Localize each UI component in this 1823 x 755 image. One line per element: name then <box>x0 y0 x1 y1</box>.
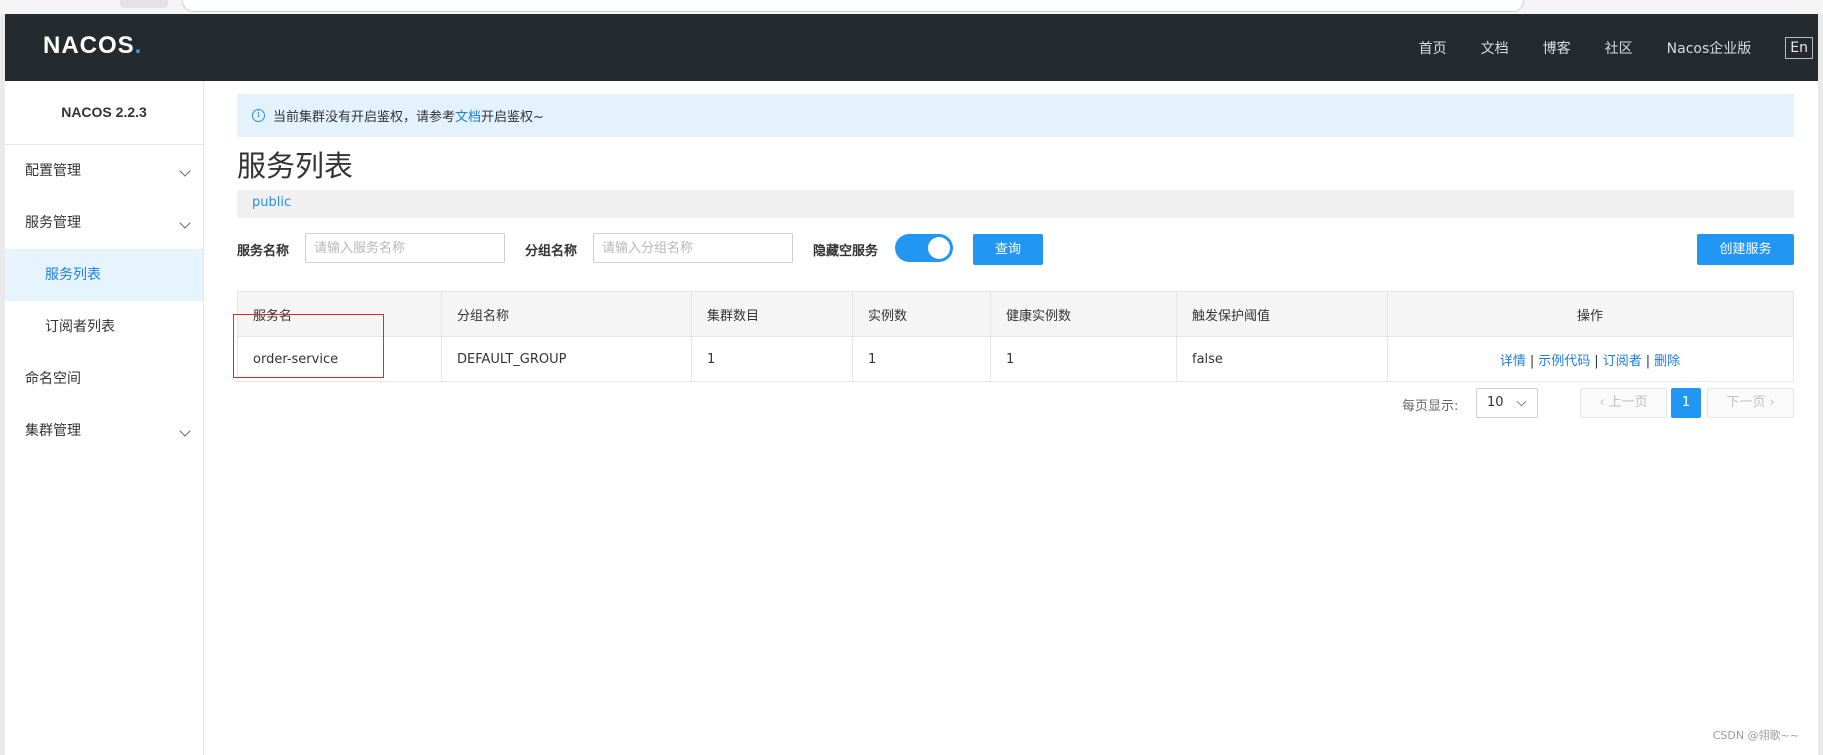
service-name-label: 服务名称 <box>237 244 290 259</box>
nav-docs[interactable]: 文档 <box>1481 38 1509 58</box>
details-link[interactable]: 详情 <box>1500 354 1526 369</box>
col-header-protection-threshold[interactable]: 触发保护阈值 <box>1176 291 1388 337</box>
cell-instance-count: 1 <box>852 336 991 382</box>
op-separator: | <box>1594 353 1599 369</box>
sidebar-item-label: 配置管理 <box>25 163 81 179</box>
chevron-down-icon <box>179 425 191 437</box>
sidebar-item-service-list[interactable]: 服务列表 <box>5 249 203 301</box>
sidebar-item-label: 订阅者列表 <box>45 319 115 335</box>
cell-service-name: order-service <box>237 336 442 382</box>
col-header-cluster-count[interactable]: 集群数目 <box>691 291 853 337</box>
service-name-input[interactable] <box>305 233 505 263</box>
prev-page-label: 上一页 <box>1608 395 1648 410</box>
group-name-label: 分组名称 <box>525 244 578 259</box>
sidebar-item-service-management[interactable]: 服务管理 <box>5 197 203 249</box>
per-page-label: 每页显示: <box>1402 399 1459 414</box>
next-page-button[interactable]: 下一页 › <box>1707 388 1794 418</box>
delete-link[interactable]: 删除 <box>1654 354 1680 369</box>
service-table: 服务名 分组名称 集群数目 实例数 健康实例数 触发保护阈值 操作 order-… <box>237 291 1794 382</box>
table-header-row: 服务名 分组名称 集群数目 实例数 健康实例数 触发保护阈值 操作 <box>237 291 1794 337</box>
group-name-input[interactable] <box>593 233 793 263</box>
hide-empty-services-label: 隐藏空服务 <box>813 244 879 259</box>
top-navigation-bar: NACOS. 首页 文档 博客 社区 Nacos企业版 En <box>5 14 1818 81</box>
table-row: order-service DEFAULT_GROUP 1 1 1 false … <box>237 336 1794 382</box>
chevron-left-icon: ‹ <box>1599 395 1605 410</box>
sidebar-item-namespace[interactable]: 命名空间 <box>5 353 203 405</box>
browser-chrome-strip <box>0 0 1823 14</box>
sidebar-item-config-management[interactable]: 配置管理 <box>5 145 203 197</box>
chevron-down-icon <box>179 217 191 229</box>
cell-operations: 详情 | 示例代码 | 订阅者 | 删除 <box>1387 336 1794 382</box>
window-right-edge <box>1818 14 1823 755</box>
query-button[interactable]: 查询 <box>973 234 1043 265</box>
sidebar-item-label: 命名空间 <box>25 371 81 387</box>
alert-text-suffix: 开启鉴权~ <box>481 110 544 125</box>
create-service-button[interactable]: 创建服务 <box>1697 234 1794 265</box>
cell-group-name: DEFAULT_GROUP <box>441 336 692 382</box>
cell-cluster-count: 1 <box>691 336 853 382</box>
toggle-knob <box>928 237 950 259</box>
sidebar-item-subscriber-list[interactable]: 订阅者列表 <box>5 301 203 353</box>
top-nav: 首页 文档 博客 社区 Nacos企业版 En <box>1419 14 1818 81</box>
per-page-select[interactable]: 10 <box>1476 388 1538 418</box>
op-separator: | <box>1645 353 1651 369</box>
prev-page-button[interactable]: ‹ 上一页 <box>1580 388 1667 418</box>
current-page-button[interactable]: 1 <box>1671 388 1701 418</box>
language-toggle-button[interactable]: En <box>1785 36 1813 59</box>
watermark: CSDN @翎歌~~ <box>1712 729 1799 742</box>
cell-protection-threshold: false <box>1176 336 1388 382</box>
col-header-group-name[interactable]: 分组名称 <box>441 291 692 337</box>
chevron-down-icon <box>1516 396 1527 407</box>
per-page-value: 10 <box>1487 395 1504 410</box>
op-separator: | <box>1529 353 1535 369</box>
auth-alert: i 当前集群没有开启鉴权，请参考 文档 开启鉴权~ <box>237 94 1794 137</box>
chevron-right-icon: › <box>1769 395 1775 410</box>
alert-docs-link[interactable]: 文档 <box>455 106 481 125</box>
col-header-operations: 操作 <box>1387 291 1794 337</box>
sidebar: NACOS 2.2.3 配置管理 服务管理 服务列表 订阅者列表 命名空间 集群… <box>5 81 204 755</box>
sidebar-item-label: 服务管理 <box>25 215 81 231</box>
col-header-healthy-instance-count[interactable]: 健康实例数 <box>990 291 1177 337</box>
page-title: 服务列表 <box>237 149 354 183</box>
namespace-bar: public <box>237 190 1794 218</box>
nav-blog[interactable]: 博客 <box>1543 38 1571 58</box>
col-header-instance-count[interactable]: 实例数 <box>852 291 991 337</box>
cell-healthy-instance-count: 1 <box>990 336 1177 382</box>
col-header-service-name[interactable]: 服务名 <box>237 291 442 337</box>
sidebar-item-cluster-management[interactable]: 集群管理 <box>5 405 203 457</box>
alert-text: 当前集群没有开启鉴权，请参考 <box>273 110 456 125</box>
browser-address-bar[interactable] <box>182 0 1524 12</box>
nav-enterprise[interactable]: Nacos企业版 <box>1667 38 1752 58</box>
hide-empty-services-toggle[interactable] <box>895 234 953 262</box>
info-icon: i <box>252 109 265 122</box>
chevron-down-icon <box>179 165 191 177</box>
sidebar-item-label: 服务列表 <box>45 267 101 283</box>
namespace-public-link[interactable]: public <box>252 195 291 210</box>
subscribers-link[interactable]: 订阅者 <box>1603 354 1642 369</box>
version-label: NACOS 2.2.3 <box>5 81 203 145</box>
sample-code-link[interactable]: 示例代码 <box>1538 354 1590 369</box>
browser-tab[interactable] <box>120 0 168 8</box>
sidebar-item-label: 集群管理 <box>25 423 81 439</box>
nav-home[interactable]: 首页 <box>1419 38 1447 58</box>
nacos-logo[interactable]: NACOS. <box>43 32 142 60</box>
next-page-label: 下一页 <box>1726 395 1766 410</box>
nav-community[interactable]: 社区 <box>1605 38 1633 58</box>
